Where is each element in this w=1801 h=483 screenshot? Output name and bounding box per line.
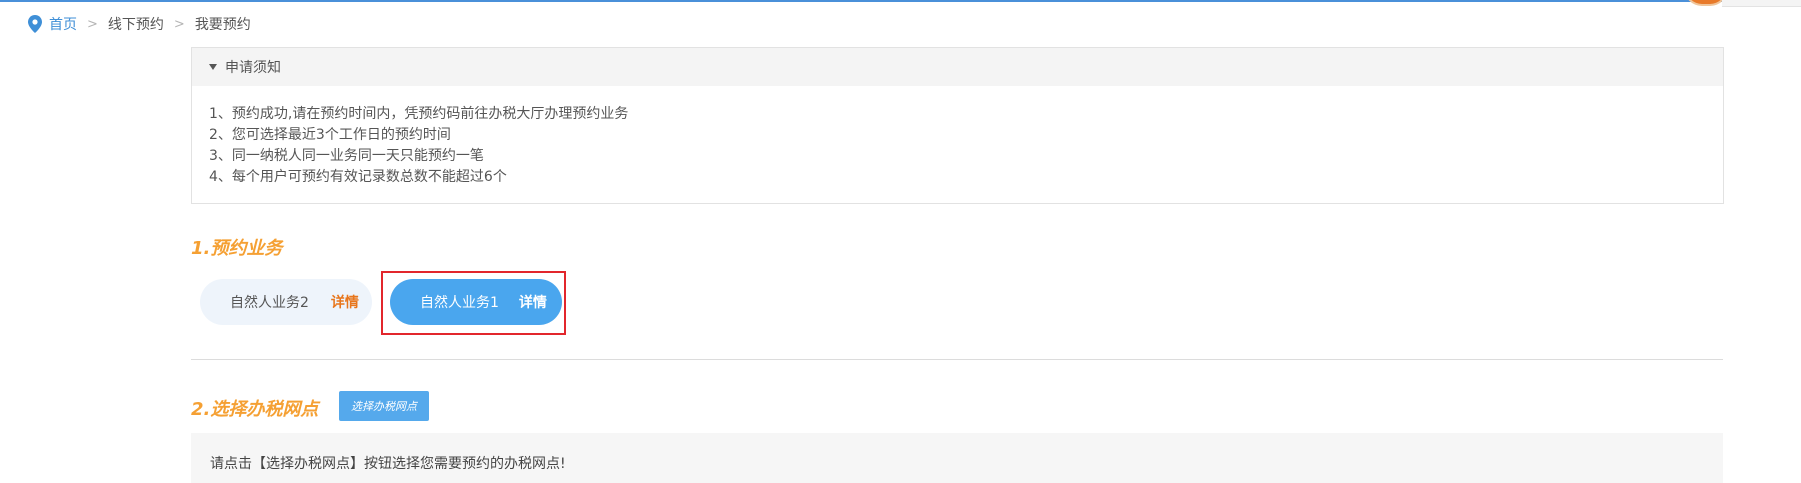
- business-option-label: 自然人业务2: [230, 295, 309, 311]
- notice-item: 1、预约成功,请在预约时间内，凭预约码前往办税大厅办理预约业务: [209, 106, 629, 122]
- section-title-tax-office: 2.选择办税网点: [191, 399, 319, 420]
- business-detail-link[interactable]: 详情: [519, 292, 547, 312]
- business-option-label: 自然人业务1: [420, 295, 499, 311]
- location-pin-icon: [28, 15, 42, 33]
- corner-panel: [1722, 0, 1801, 7]
- notice-item: 4、每个用户可预约有效记录数总数不能超过6个: [209, 169, 507, 185]
- notice-body: 1、预约成功,请在预约时间内，凭预约码前往办税大厅办理预约业务 2、您可选择最近…: [192, 86, 1723, 188]
- breadcrumb-offline-reservation[interactable]: 线下预约: [108, 14, 164, 34]
- breadcrumb-separator: >: [173, 16, 185, 32]
- section-title-reservation-business: 1.预约业务: [191, 238, 283, 259]
- breadcrumb-home-link[interactable]: 首页: [49, 14, 77, 34]
- business-option-2[interactable]: 自然人业务2 详情: [200, 279, 372, 325]
- breadcrumb-separator: >: [87, 16, 98, 32]
- caret-down-icon[interactable]: [209, 64, 217, 70]
- section-divider: [191, 359, 1723, 360]
- top-accent-bar: [0, 0, 1801, 2]
- notice-item: 3、同一纳税人同一业务同一天只能预约一笔: [209, 148, 484, 164]
- notice-header[interactable]: 申请须知: [192, 48, 1723, 86]
- business-detail-link[interactable]: 详情: [331, 292, 359, 312]
- business-option-1-selected[interactable]: 自然人业务1 详情: [390, 279, 562, 325]
- breadcrumb: 首页 > 线下预约 > 我要预约: [28, 14, 251, 34]
- breadcrumb-current-page: 我要预约: [194, 17, 251, 33]
- tax-office-hint-text: 请点击【选择办税网点】按钮选择您需要预约的办税网点!: [210, 456, 566, 472]
- notice-title: 申请须知: [225, 60, 281, 76]
- application-notice-panel: 申请须知 1、预约成功,请在预约时间内，凭预约码前往办税大厅办理预约业务 2、您…: [191, 47, 1724, 204]
- notice-item: 2、您可选择最近3个工作日的预约时间: [209, 127, 451, 143]
- select-tax-office-button[interactable]: 选择办税网点: [339, 391, 429, 421]
